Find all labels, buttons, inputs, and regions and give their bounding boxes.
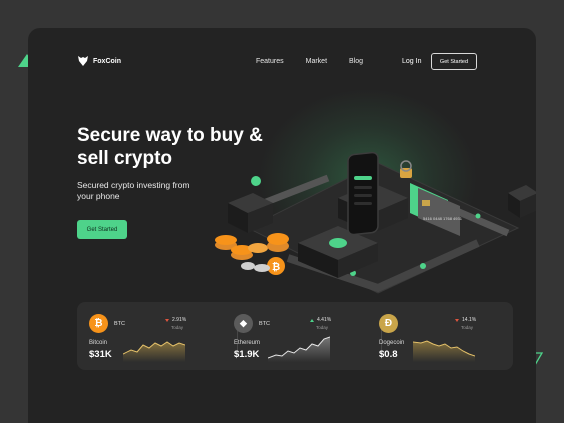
change-value: 4.41%	[317, 317, 332, 323]
sparkline-bitcoin	[123, 341, 185, 362]
logo-text: FoxCoin	[93, 57, 121, 65]
sparkline-ethereum	[268, 336, 330, 362]
login-link[interactable]: Log In	[402, 58, 421, 65]
ethereum-icon: ◆	[234, 314, 253, 333]
landing-page: FoxCoin Features Market Blog Log In Get …	[28, 28, 536, 423]
coin-name: Bitcoin	[89, 340, 108, 346]
bitcoin-icon: ₿	[89, 314, 108, 333]
get-started-hero-button[interactable]: Get Started	[77, 220, 127, 239]
change-value: 14.1%	[462, 317, 477, 323]
get-started-nav-button[interactable]: Get Started	[431, 53, 477, 70]
coin-price: $1.9K	[234, 349, 260, 360]
fox-logo-icon	[78, 56, 88, 66]
crypto-illustration: 5416 0448 1768 4931 ₿	[215, 151, 536, 294]
period-label: Today	[461, 325, 474, 330]
down-arrow-icon	[455, 318, 459, 322]
coin-name: Ethereum	[234, 340, 261, 346]
coin-price: $0.8	[379, 349, 398, 360]
period-label: Today	[171, 325, 184, 330]
logo[interactable]: FoxCoin	[78, 56, 121, 66]
down-arrow-icon	[165, 318, 169, 322]
nav-link-features[interactable]: Features	[256, 58, 284, 65]
coin-symbol: BTC	[259, 321, 270, 327]
change-indicator: 14.1%	[455, 317, 476, 323]
card-number-text: 5416 0448 1768 4931	[423, 216, 463, 221]
up-arrow-icon	[310, 318, 314, 322]
change-value: 2.91%	[172, 317, 187, 323]
main-nav: Features Market Blog	[256, 58, 363, 65]
coin-name: Dogecoin	[379, 340, 405, 346]
svg-text:₿: ₿	[272, 261, 280, 273]
change-indicator: 4.41%	[310, 317, 331, 323]
nav-link-blog[interactable]: Blog	[349, 58, 363, 65]
dogecoin-icon: Ð	[379, 314, 398, 333]
nav-link-market[interactable]: Market	[306, 58, 327, 65]
stat-ethereum[interactable]: ◆ BTC 4.41% Today Ethereum $1.9K	[222, 302, 362, 370]
change-indicator: 2.91%	[165, 317, 186, 323]
period-label: Today	[316, 325, 329, 330]
coin-price: $31K	[89, 349, 112, 360]
stat-dogecoin[interactable]: Ð 14.1% Today Dogecoin $0.8	[367, 302, 507, 370]
coin-stats-panel: ₿ BTC 2.91% Today Bitcoin $31K ◆ BTC 4.4…	[77, 302, 513, 370]
stat-bitcoin[interactable]: ₿ BTC 2.91% Today Bitcoin $31K	[77, 302, 217, 370]
coin-symbol: BTC	[114, 321, 125, 327]
sparkline-dogecoin	[413, 340, 475, 362]
